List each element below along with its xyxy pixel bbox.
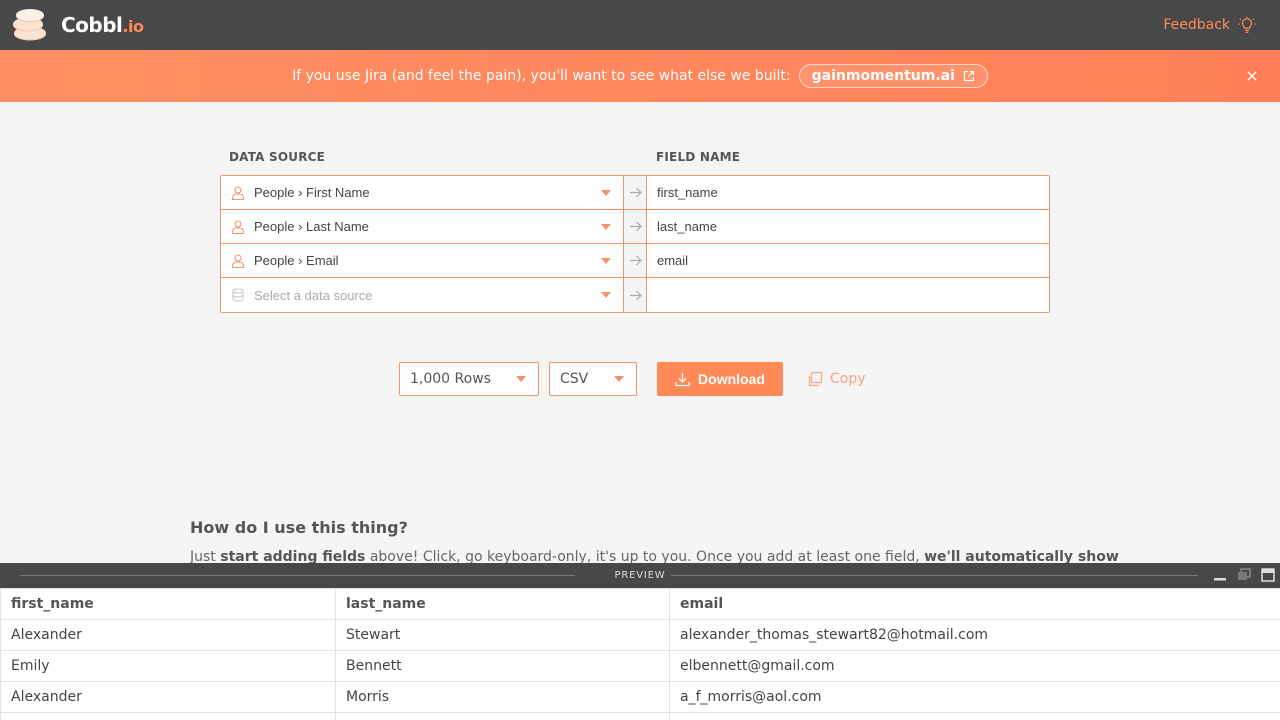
table-cell: Bennett [335,650,670,682]
field-name-input-wrap [647,278,1049,312]
preview-bar[interactable]: PREVIEW [0,563,1280,588]
person-icon [231,185,245,200]
download-button[interactable]: Download [657,362,783,396]
data-source-select[interactable]: People › Last Name [221,210,623,243]
table-cell: Emily [0,650,336,682]
column-header: email [669,588,1280,620]
field-name-input-wrap [647,244,1049,277]
feedback-label: Feedback [1163,17,1230,33]
chevron-down-icon [601,223,611,230]
table-row: Alexander Morris a_f_morris@aol.com [0,681,1280,713]
data-source-value: People › Email [254,253,339,268]
chevron-down-icon [601,257,611,264]
person-icon [231,253,245,268]
help-section: How do I use this thing? Just start addi… [190,518,1119,565]
field-name-input[interactable] [657,219,1039,234]
maximize-icon[interactable] [1260,567,1276,583]
download-label: Download [698,371,765,387]
arrow-right-icon [623,278,647,312]
restore-icon[interactable] [1236,567,1252,583]
database-icon [232,288,244,302]
external-link-icon [963,70,975,82]
preview-window-controls [1212,567,1276,583]
table-cell [669,712,1280,720]
field-name-input-wrap [647,176,1049,209]
brand-name: Cobbl.io [61,13,144,37]
copy-label: Copy [830,371,866,387]
lightbulb-icon [1238,16,1256,33]
row-count-select[interactable]: 1,000 Rows [399,362,539,396]
table-cell: Alexander [0,681,336,713]
chevron-down-icon [614,376,624,382]
data-source-header: DATA SOURCE [229,150,326,164]
format-value: CSV [560,371,589,387]
field-name-input[interactable] [657,185,1039,200]
table-cell [0,712,336,720]
data-source-value: People › First Name [254,185,370,200]
field-name-header: FIELD NAME [656,150,741,164]
format-select[interactable]: CSV [549,362,637,396]
chevron-down-icon [516,376,526,382]
table-row [0,712,1280,720]
field-row: People › First Name [221,176,1049,210]
field-name-input[interactable] [657,253,1039,268]
data-source-select[interactable]: People › Email [221,244,623,277]
brand[interactable]: Cobbl.io [12,7,144,43]
feedback-button[interactable]: Feedback [1163,16,1256,34]
person-icon [231,219,245,234]
data-source-select[interactable]: Select a data source [221,278,623,312]
copy-icon [808,371,823,387]
banner-message: If you use Jira (and feel the pain), you… [292,68,791,84]
arrow-right-icon [623,210,647,243]
field-row: People › Email [221,244,1049,278]
minimize-icon[interactable] [1212,567,1228,583]
field-rows: People › First Name People › Last Name [220,175,1050,313]
table-header-row: first_name last_name email [0,588,1280,620]
promo-banner: If you use Jira (and feel the pain), you… [0,50,1280,102]
table-row: Emily Bennett elbennett@gmail.com [0,650,1280,682]
export-controls: 1,000 Rows CSV Download Copy [399,362,866,396]
column-header: last_name [335,588,670,620]
builder-column-headers: DATA SOURCE FIELD NAME [220,150,1050,168]
table-cell: Alexander [0,619,336,651]
banner-link-label: gainmomentum.ai [811,68,955,84]
field-row: People › Last Name [221,210,1049,244]
table-cell [335,712,670,720]
data-source-value: People › Last Name [254,219,369,234]
preview-table: first_name last_name email Alexander Ste… [0,588,1280,720]
chevron-down-icon [601,189,611,196]
copy-button[interactable]: Copy [807,362,866,396]
top-navbar: Cobbl.io Feedback [0,0,1280,50]
preview-label: PREVIEW [608,570,672,581]
field-name-input-wrap [647,210,1049,243]
data-source-placeholder: Select a data source [254,287,373,303]
banner-close-button[interactable]: × [1242,66,1262,86]
table-cell: Morris [335,681,670,713]
chevron-down-icon [601,292,611,298]
preview-panel: PREVIEW first_name last_name email Alexa… [0,563,1280,720]
field-builder: DATA SOURCE FIELD NAME People › First Na… [220,150,1050,313]
help-title: How do I use this thing? [190,518,408,537]
table-cell: Stewart [335,619,670,651]
data-source-select[interactable]: People › First Name [221,176,623,209]
column-header: first_name [0,588,336,620]
table-cell: elbennett@gmail.com [669,650,1280,682]
table-row: Alexander Stewart alexander_thomas_stewa… [0,619,1280,651]
field-row: Select a data source [221,278,1049,312]
field-name-input[interactable] [657,287,1039,303]
table-cell: a_f_morris@aol.com [669,681,1280,713]
row-count-value: 1,000 Rows [410,371,491,387]
cobbl-logo-icon [13,9,46,41]
download-icon [675,372,690,386]
arrow-right-icon [623,176,647,209]
arrow-right-icon [623,244,647,277]
table-cell: alexander_thomas_stewart82@hotmail.com [669,619,1280,651]
banner-link[interactable]: gainmomentum.ai [798,64,988,88]
